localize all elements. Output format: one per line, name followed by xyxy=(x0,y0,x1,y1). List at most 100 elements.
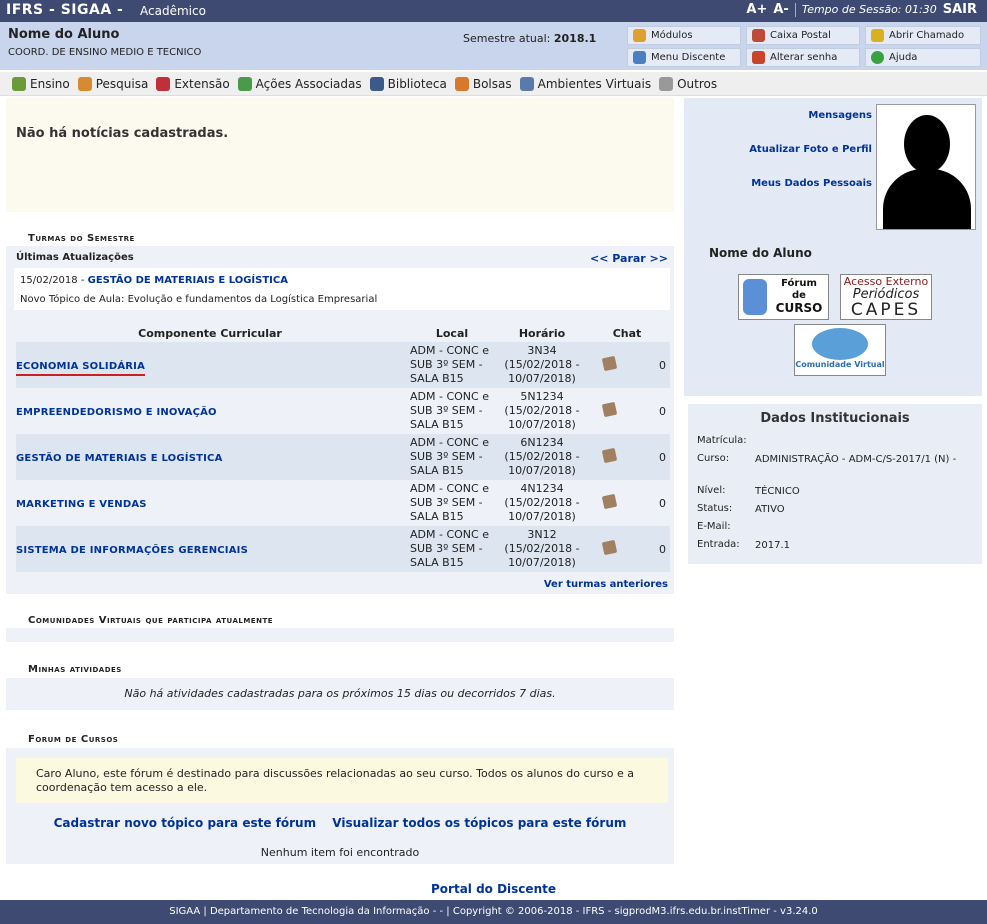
atividades-section-title: Minhas atividades xyxy=(28,664,122,675)
user-unit: COORD. DE ENSINO MEDIO E TECNICO xyxy=(8,47,202,58)
chat-bubble-icon xyxy=(812,328,868,360)
mensagens-link[interactable]: Mensagens xyxy=(808,110,872,121)
course-link[interactable]: SISTEMA DE INFORMAÇÕES GERENCIAIS xyxy=(16,545,248,556)
update-topic: Novo Tópico de Aula: Evolução e fundamen… xyxy=(20,294,378,305)
mailbox-icon xyxy=(752,29,765,42)
menu-item-ambientes-virtuais[interactable]: Ambientes Virtuais xyxy=(519,76,651,91)
font-decrease-button[interactable]: A- xyxy=(773,2,788,17)
menu-item-bolsas[interactable]: Bolsas xyxy=(454,76,512,91)
forum-people-icon xyxy=(743,279,767,315)
divider xyxy=(794,2,796,17)
semester-label: Semestre atual: xyxy=(463,32,551,45)
font-increase-button[interactable]: A+ xyxy=(746,2,767,17)
menu-item-ensino[interactable]: Ensino xyxy=(12,76,70,91)
atualizar-foto-link[interactable]: Atualizar Foto e Perfil xyxy=(749,144,872,155)
meus-dados-link[interactable]: Meus Dados Pessoais xyxy=(751,178,872,189)
inst-row-matricula: Matrícula: xyxy=(697,435,747,446)
inst-row-entrada: Entrada: 2017.1 xyxy=(697,539,790,551)
forum-notice: Caro Aluno, este fórum é destinado para … xyxy=(16,758,668,803)
forum-curso-button[interactable]: Fórum de CURSO xyxy=(738,274,829,320)
updates-heading: Últimas Atualizações xyxy=(16,252,134,263)
chat-icon[interactable] xyxy=(601,493,617,510)
alterar-senha-label: Alterar senha xyxy=(770,52,838,63)
inst-row-nivel: Nível: TÉCNICO xyxy=(697,485,800,497)
student-menu-icon xyxy=(633,51,646,64)
dados-institucionais-panel: Dados Institucionais Matrícula: Curso: AD… xyxy=(688,404,982,564)
portal-discente-link[interactable]: Portal do Discente xyxy=(0,882,987,896)
table-row: GESTÃO DE MATERIAIS E LOGÍSTICA ADM - CO… xyxy=(16,434,670,480)
course-local: ADM - CONC e SUB 3º SEM - SALA B15 xyxy=(410,528,489,569)
forum-curso-text: Fórum de CURSO xyxy=(775,278,823,315)
extension-icon xyxy=(156,76,171,91)
comunidade-virtual-button[interactable]: Comunidade Virtual xyxy=(794,324,886,376)
chat-icon[interactable] xyxy=(601,447,617,464)
course-horario: 5N1234 (15/02/2018 - 10/07/2018) xyxy=(504,390,580,431)
semester-value: 2018.1 xyxy=(553,32,597,45)
side-links-panel: Nome do Aluno Fórum de CURSO Acesso Exte… xyxy=(684,238,982,396)
news-message: Não há notícias cadastradas. xyxy=(16,126,229,141)
ticket-icon xyxy=(871,29,884,42)
visualizar-topicos-link[interactable]: Visualizar todos os tópicos para este fó… xyxy=(332,816,626,830)
course-local: ADM - CONC e SUB 3º SEM - SALA B15 xyxy=(410,344,489,385)
top-bar-actions: A+ A- Tempo de Sessão: 01:30 SAIR xyxy=(746,2,977,17)
updates-stop-link[interactable]: << Parar >> xyxy=(590,252,668,265)
update-item: 15/02/2018 - GESTÃO DE MATERIAIS E LOGÍS… xyxy=(14,268,670,310)
course-link[interactable]: ECONOMIA SOLIDÁRIA xyxy=(16,360,146,376)
chat-icon[interactable] xyxy=(601,401,617,418)
table-row: SISTEMA DE INFORMAÇÕES GERENCIAIS ADM - … xyxy=(16,526,670,572)
main-menu: Ensino Pesquisa Extensão Ações Associada… xyxy=(0,72,987,96)
module-name: Acadêmico xyxy=(140,4,206,18)
menu-discente-button[interactable]: Menu Discente xyxy=(627,48,741,67)
cadastrar-topico-link[interactable]: Cadastrar novo tópico para este fórum xyxy=(54,816,316,830)
menu-item-biblioteca[interactable]: Biblioteca xyxy=(369,76,447,91)
menu-item-pesquisa[interactable]: Pesquisa xyxy=(77,76,148,91)
alterar-senha-button[interactable]: Alterar senha xyxy=(746,48,860,67)
course-link[interactable]: EMPREENDEDORISMO E INOVAÇÃO xyxy=(16,407,217,418)
menu-item-outros[interactable]: Outros xyxy=(659,76,717,91)
chat-count: 0 xyxy=(659,450,666,464)
abrir-chamado-button[interactable]: Abrir Chamado xyxy=(865,26,981,45)
avatar-body-silhouette xyxy=(883,169,971,229)
logout-button[interactable]: SAIR xyxy=(943,2,977,17)
turmas-panel: Últimas Atualizações << Parar >> 15/02/2… xyxy=(6,246,674,594)
modulos-button[interactable]: Módulos xyxy=(627,26,741,45)
user-info-header: Nome do Aluno COORD. DE ENSINO MEDIO E T… xyxy=(0,22,987,70)
course-link[interactable]: MARKETING E VENDAS xyxy=(16,499,147,510)
chat-count: 0 xyxy=(659,358,666,372)
puzzle-icon xyxy=(237,76,252,91)
app-title: IFRS - SIGAA - xyxy=(6,2,124,18)
caixa-postal-button[interactable]: Caixa Postal xyxy=(746,26,860,45)
col-chat: Chat xyxy=(612,326,642,340)
inst-row-status: Status: ATIVO xyxy=(697,503,785,515)
chat-icon[interactable] xyxy=(601,355,617,372)
inst-row-curso: Curso: ADMINISTRAÇÃO - ADM-C/S-2017/1 (N)… xyxy=(697,453,957,465)
book-icon xyxy=(12,76,26,91)
update-course-link[interactable]: GESTÃO DE MATERIAIS E LOGÍSTICA xyxy=(88,275,288,286)
ver-turmas-anteriores-link[interactable]: Ver turmas anteriores xyxy=(544,579,668,590)
course-link[interactable]: GESTÃO DE MATERIAIS E LOGÍSTICA xyxy=(16,453,223,464)
atividades-message: Não há atividades cadastradas para os pr… xyxy=(124,687,556,700)
atividades-panel: Não há atividades cadastradas para os pr… xyxy=(6,678,674,710)
comunidades-section-title: Comunidades Virtuais que participa atual… xyxy=(28,615,273,626)
avatar-head-silhouette xyxy=(904,115,950,173)
network-icon xyxy=(519,76,534,91)
user-name: Nome do Aluno xyxy=(8,27,120,42)
password-icon xyxy=(752,51,765,64)
ajuda-button[interactable]: Ajuda xyxy=(865,48,981,67)
gear-icon xyxy=(659,76,674,91)
course-horario: 3N12 (15/02/2018 - 10/07/2018) xyxy=(504,528,580,569)
avatar xyxy=(876,104,976,230)
chat-icon[interactable] xyxy=(601,539,617,556)
menu-item-extensao[interactable]: Extensão xyxy=(156,76,230,91)
update-date: 15/02/2018 - xyxy=(20,275,85,286)
forum-links: Cadastrar novo tópico para este fórum Vi… xyxy=(6,816,674,830)
menu-item-acoes-associadas[interactable]: Ações Associadas xyxy=(237,76,362,91)
inst-title: Dados Institucionais xyxy=(760,411,910,426)
top-bar: IFRS - SIGAA - Acadêmico A+ A- Tempo de … xyxy=(0,0,987,22)
caixa-postal-label: Caixa Postal xyxy=(770,30,831,41)
table-row: ECONOMIA SOLIDÁRIA ADM - CONC e SUB 3º S… xyxy=(16,342,670,388)
menu-discente-label: Menu Discente xyxy=(651,52,726,63)
capes-button[interactable]: Acesso Externo Periódicos CAPES xyxy=(840,274,932,320)
course-horario: 6N1234 (15/02/2018 - 10/07/2018) xyxy=(504,436,580,477)
forum-section-title: Forum de Cursos xyxy=(28,734,119,745)
